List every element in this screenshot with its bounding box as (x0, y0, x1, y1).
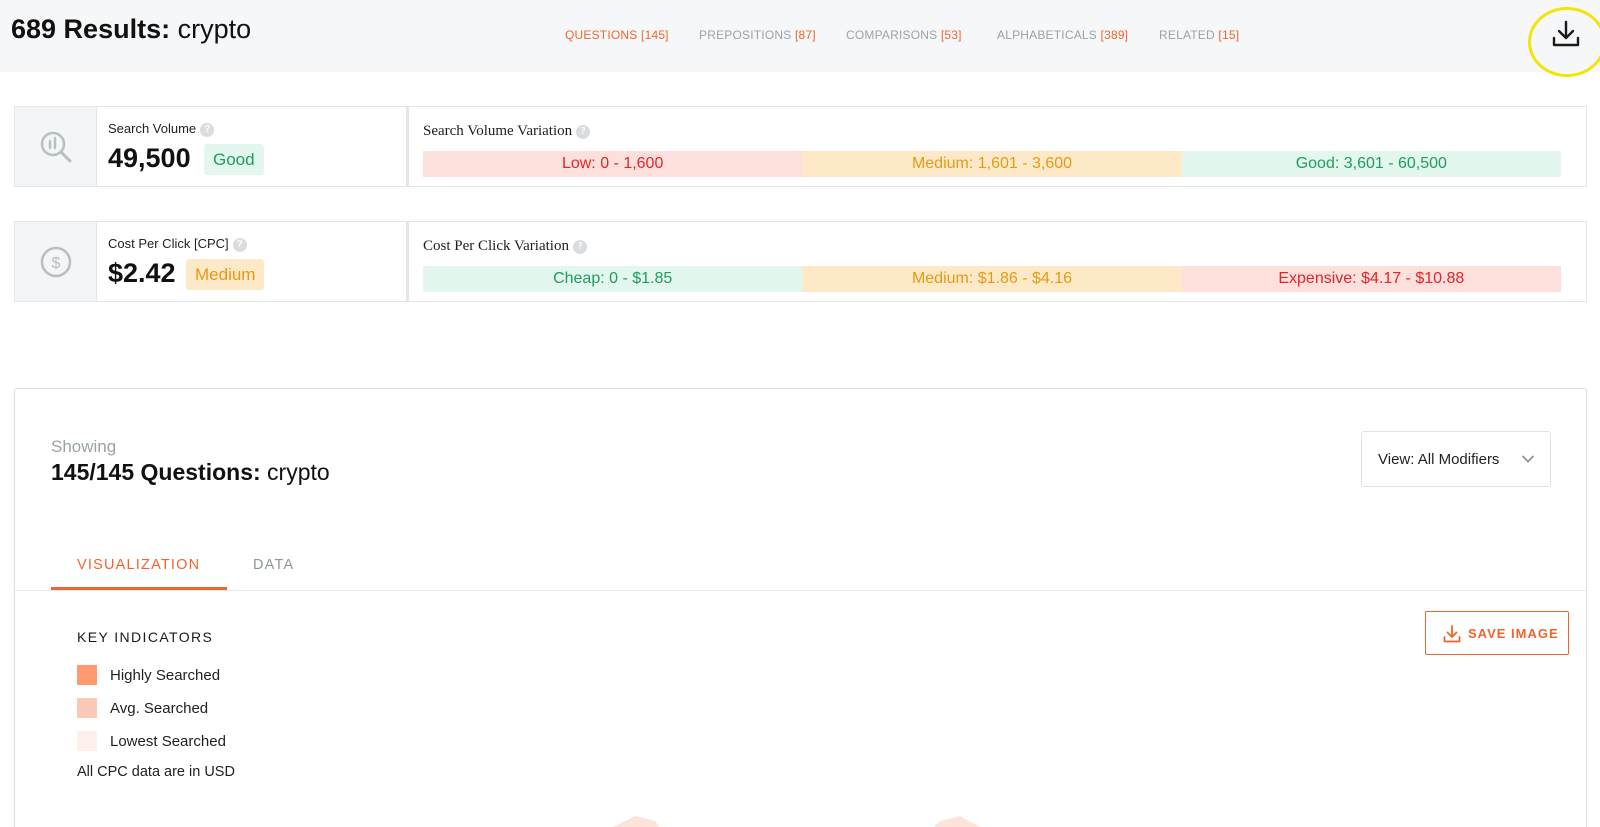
panel-title: 145/145 Questions: crypto (51, 459, 330, 486)
cpc-variation-bar: Cheap: 0 - $1.85 Medium: $1.86 - $4.16 E… (423, 266, 1561, 292)
cpc-variation-label: Cost Per Click Variation? (423, 238, 587, 255)
help-icon[interactable]: ? (200, 123, 215, 137)
cpc-summary: $ Cost Per Click [CPC]? $2.42 Medium (14, 221, 407, 302)
legend-label: Lowest Searched (110, 733, 226, 750)
tab-alphabeticals-count: [389] (1100, 28, 1129, 42)
search-chart-icon (40, 131, 71, 162)
cpc-variation-label-text: Cost Per Click Variation (423, 238, 569, 254)
tab-questions-count: [145] (641, 28, 669, 42)
view-select-value: View: All Modifiers (1378, 451, 1500, 468)
tab-alphabeticals[interactable]: ALPHABETICALS [389] (997, 28, 1128, 42)
search-volume-label-text: Search Volume (108, 121, 197, 136)
tab-comparisons[interactable]: COMPARISONS [53] (846, 28, 962, 42)
search-volume-variation-label-text: Search Volume Variation (423, 123, 573, 139)
result-type-tabs: QUESTIONS [145] PREPOSITIONS [87] COMPAR… (0, 28, 1600, 48)
search-volume-variation-panel: Search Volume Variation? Low: 0 - 1,600 … (407, 106, 1587, 187)
chevron-down-icon (1522, 455, 1534, 463)
svg-text:$: $ (51, 255, 60, 272)
tab-questions-label: QUESTIONS (565, 28, 638, 42)
variation-segment-low: Low: 0 - 1,600 (423, 151, 803, 177)
legend-label: Highly Searched (110, 667, 221, 684)
panel-tabs: VISUALIZATION DATA (15, 557, 1586, 591)
search-chart-icon-box (15, 107, 97, 186)
variation-segment-expensive: Expensive: $4.17 - $10.88 (1181, 266, 1561, 292)
tab-comparisons-label: COMPARISONS (846, 28, 938, 42)
top-bar: 689 Results: crypto QUESTIONS [145] PREP… (0, 0, 1600, 72)
panel-title-count: 145/145 Questions: (51, 459, 261, 485)
search-volume-summary: Search Volume? 49,500 Good (14, 106, 407, 187)
cpc-value: $2.42 (108, 258, 176, 288)
help-icon[interactable]: ? (572, 240, 587, 254)
save-image-button[interactable]: SAVE IMAGE (1425, 611, 1569, 655)
help-icon[interactable]: ? (232, 238, 247, 252)
view-modifiers-select[interactable]: View: All Modifiers (1361, 431, 1551, 487)
tab-comparisons-count: [53] (940, 28, 962, 42)
panel-title-term: crypto (267, 459, 330, 485)
search-volume-variation-label: Search Volume Variation? (423, 123, 591, 140)
legend-swatch (77, 698, 97, 718)
cpc-label-text: Cost Per Click [CPC] (108, 236, 229, 251)
tab-visualization[interactable]: VISUALIZATION (77, 557, 200, 573)
download-button[interactable] (1550, 18, 1582, 50)
save-image-label: SAVE IMAGE (1468, 626, 1559, 641)
search-volume-card: Search Volume? 49,500 Good Search Volume… (14, 106, 1587, 187)
tab-prepositions-count: [87] (794, 28, 816, 42)
tab-related[interactable]: RELATED [15] (1159, 28, 1239, 42)
visualization-node-shape (934, 816, 980, 827)
search-volume-badge: Good (204, 144, 264, 175)
help-icon[interactable]: ? (576, 125, 591, 139)
active-tab-underline (51, 587, 227, 590)
tab-related-label: RELATED (1159, 28, 1215, 42)
visualization-node-shape (613, 816, 660, 827)
tab-prepositions[interactable]: PREPOSITIONS [87] (699, 28, 816, 42)
variation-segment-cheap: Cheap: 0 - $1.85 (423, 266, 803, 292)
tab-related-count: [15] (1218, 28, 1240, 42)
dollar-icon: $ (40, 246, 71, 277)
cpc-badge: Medium (186, 259, 265, 290)
results-panel: Showing 145/145 Questions: crypto View: … (14, 388, 1587, 827)
key-indicators-title: KEY INDICATORS (77, 629, 214, 645)
variation-segment-medium: Medium: 1,601 - 3,600 (802, 151, 1182, 177)
cpc-variation-panel: Cost Per Click Variation? Cheap: 0 - $1.… (407, 221, 1587, 302)
variation-segment-good: Good: 3,601 - 60,500 (1181, 151, 1561, 177)
cpc-currency-note: All CPC data are in USD (77, 764, 235, 780)
tab-prepositions-label: PREPOSITIONS (699, 28, 792, 42)
tab-data[interactable]: DATA (253, 557, 294, 573)
cpc-label: Cost Per Click [CPC]? (108, 236, 247, 252)
showing-label: Showing (51, 437, 117, 456)
tab-alphabeticals-label: ALPHABETICALS (997, 28, 1097, 42)
dollar-icon-box: $ (15, 222, 97, 301)
search-volume-label: Search Volume? (108, 121, 215, 137)
download-icon (1552, 20, 1580, 47)
legend-swatch (77, 665, 97, 685)
search-volume-value: 49,500 (108, 143, 191, 173)
search-volume-variation-bar: Low: 0 - 1,600 Medium: 1,601 - 3,600 Goo… (423, 151, 1561, 177)
variation-segment-medium: Medium: $1.86 - $4.16 (802, 266, 1182, 292)
cpc-card: $ Cost Per Click [CPC]? $2.42 Medium Cos… (14, 221, 1587, 302)
legend-swatch (77, 731, 97, 751)
download-icon (1443, 625, 1461, 643)
tab-questions[interactable]: QUESTIONS [145] (565, 28, 669, 42)
legend-label: Avg. Searched (110, 700, 209, 717)
